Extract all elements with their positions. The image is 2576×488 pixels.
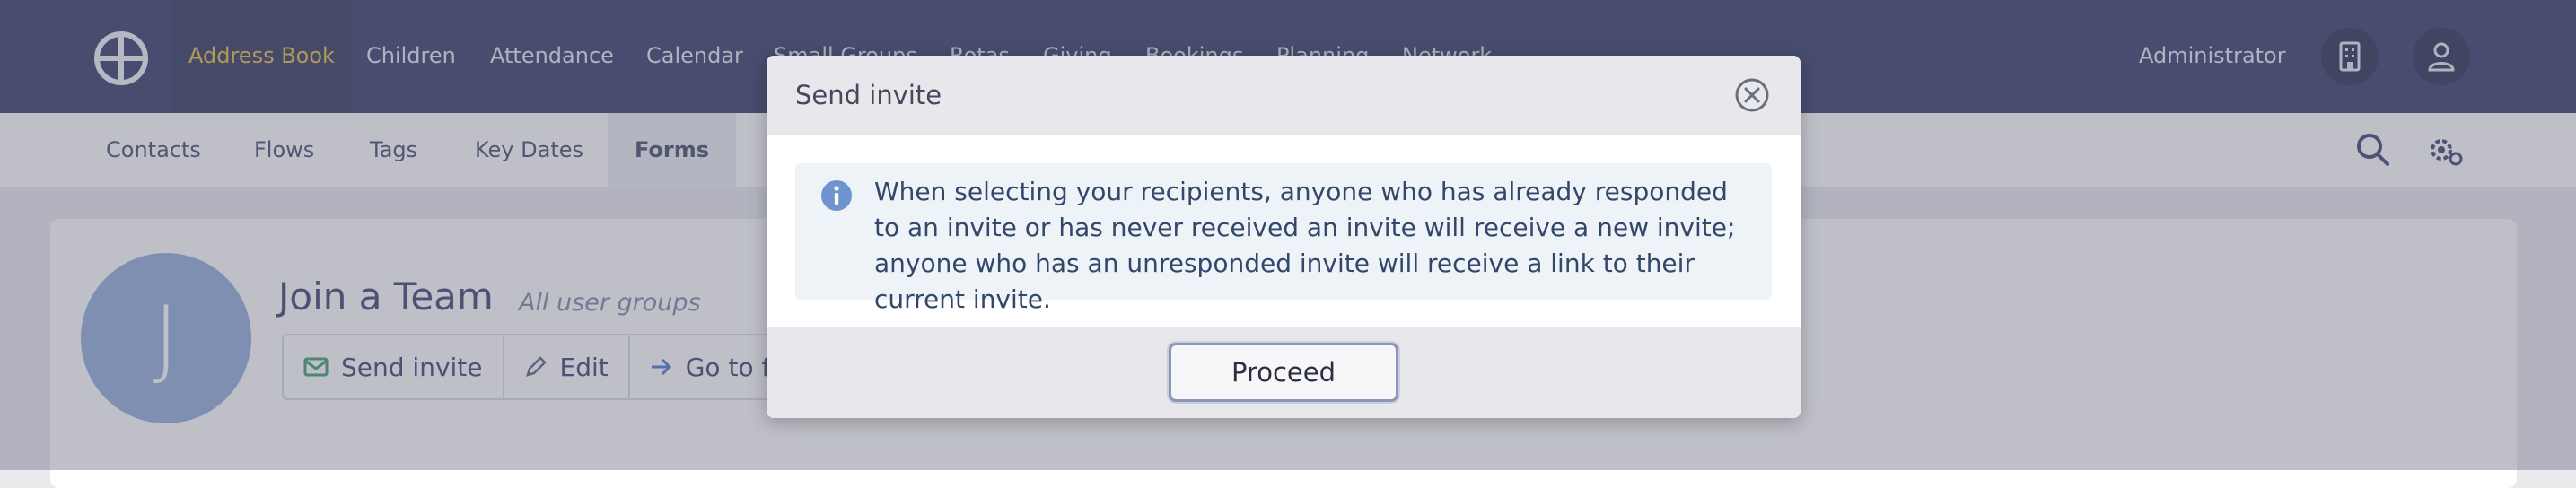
send-invite-modal: Send invite When selecting your recipien… [767, 56, 1801, 418]
info-icon [821, 180, 852, 211]
modal-header: Send invite [767, 56, 1801, 135]
info-message-text: When selecting your recipients, anyone w… [874, 177, 1736, 314]
proceed-button[interactable]: Proceed [1169, 343, 1398, 402]
modal-title: Send invite [795, 80, 942, 110]
modal-footer: Proceed [767, 327, 1801, 418]
info-message-box: When selecting your recipients, anyone w… [795, 163, 1772, 314]
close-icon[interactable] [1734, 77, 1770, 113]
